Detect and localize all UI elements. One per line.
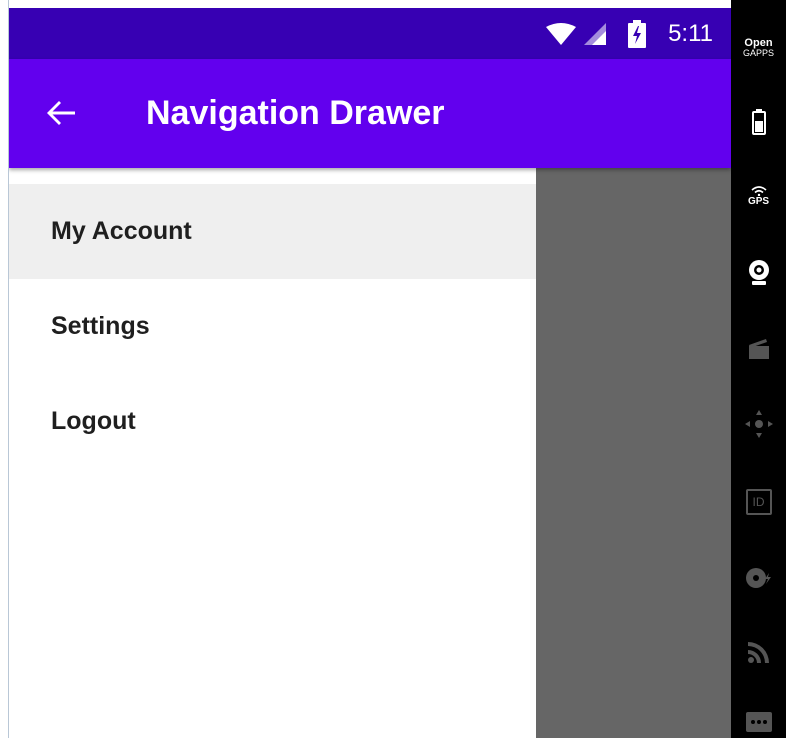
status-icons: 5:11 (546, 8, 713, 59)
clapperboard-icon (748, 339, 769, 359)
camera-button[interactable] (731, 252, 786, 292)
media-button[interactable] (731, 328, 786, 368)
battery-charging-icon (628, 19, 647, 48)
status-time: 5:11 (668, 19, 713, 47)
device-screen: 5:11 Navigation Drawer My Account Settin… (9, 8, 731, 738)
id-icon: ID (745, 489, 772, 515)
page-title: Navigation Drawer (146, 94, 445, 132)
battery-icon (751, 109, 766, 135)
drawer-item-my-account[interactable]: My Account (9, 184, 536, 279)
window-edge (0, 0, 9, 738)
gps-label: GPS (747, 195, 770, 207)
drawer-menu: My Account Settings Logout (9, 184, 536, 469)
gps-button[interactable]: GPS (731, 176, 786, 216)
open-gapps-button[interactable]: Open GAPPS (731, 28, 786, 68)
drawer-item-logout[interactable]: Logout (9, 374, 536, 469)
open-gapps-icon: Open GAPPS (742, 37, 774, 59)
gps-icon (750, 185, 767, 196)
drawer-scrim[interactable] (536, 168, 731, 738)
navigation-drawer: My Account Settings Logout (9, 168, 536, 738)
more-button[interactable] (731, 702, 786, 738)
more-icon (745, 712, 772, 732)
camera-icon (748, 260, 769, 285)
cast-button[interactable] (731, 632, 786, 672)
signal-icon (584, 22, 607, 45)
app-bar: Navigation Drawer (9, 59, 731, 168)
screen: 5:11 Navigation Drawer My Account Settin… (0, 0, 786, 738)
drawer-item-settings[interactable]: Settings (9, 279, 536, 374)
dpad-icon (744, 410, 773, 438)
rss-icon (747, 642, 769, 663)
arrow-back-icon[interactable] (45, 97, 77, 129)
status-bar: 5:11 (9, 8, 731, 59)
emulator-toolbar: Open GAPPS GPS ID (731, 0, 786, 738)
battery-button[interactable] (731, 102, 786, 142)
disk-icon (745, 568, 771, 588)
disk-button[interactable] (731, 558, 786, 598)
wifi-icon (546, 22, 577, 45)
device-id-button[interactable]: ID (731, 482, 786, 522)
dpad-button[interactable] (731, 404, 786, 444)
